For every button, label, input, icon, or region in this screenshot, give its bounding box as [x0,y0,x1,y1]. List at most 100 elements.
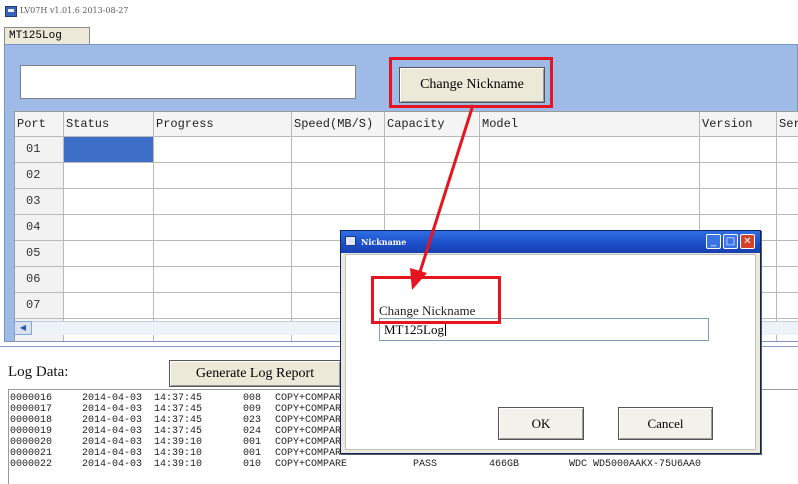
grid-cell[interactable] [64,267,154,293]
grid-cell[interactable] [64,189,154,215]
column-header-model[interactable]: Model [480,112,700,137]
log-time: 14:39:10 [154,459,203,470]
grid-cell[interactable] [64,163,154,189]
port-number[interactable]: 04 [15,215,64,241]
log-mode: COPY+COMPARE [275,404,348,415]
column-header-progress[interactable]: Progress [154,112,292,137]
grid-cell[interactable] [154,293,292,319]
log-time: 14:37:45 [154,415,203,426]
column-header-ser[interactable]: Ser [777,112,798,137]
log-date: 2014-04-03 [82,415,143,426]
log-data-label: Log Data: [8,364,69,380]
log-entry[interactable]: 0000022 2014-04-03 14:39:10 010 COPY+COMPARE… [9,459,789,470]
dialog-title-bar[interactable]: Nickname _ □ ✕ [341,231,760,253]
minimize-icon: _ [711,236,716,247]
grid-cell[interactable] [385,189,480,215]
nickname-display-field[interactable] [20,65,356,99]
grid-cell[interactable] [480,163,700,189]
column-header-status[interactable]: Status [64,112,154,137]
log-mode: COPY+COMPARE [275,426,348,437]
grid-cell[interactable] [777,241,798,267]
grid-cell[interactable] [480,137,700,163]
grid-cell[interactable] [292,163,385,189]
grid-cell[interactable] [700,163,777,189]
tab-strip: MT125Log [0,24,798,45]
dialog-title: Nickname [361,237,407,247]
change-nickname-button[interactable]: Change Nickname [399,67,545,103]
log-id: 0000021 [10,448,53,459]
text-caret [444,322,446,336]
ok-button[interactable]: OK [498,407,584,440]
log-port: 024 [243,426,262,437]
column-header-version[interactable]: Version [700,112,777,137]
log-port: 001 [243,448,262,459]
title-bar: LV07H v1.01.6 2013-08-27 [0,0,798,24]
scroll-left-button[interactable]: ◀ [14,321,32,335]
grid-cell[interactable] [154,215,292,241]
close-button[interactable]: ✕ [740,234,755,249]
cancel-button[interactable]: Cancel [618,407,713,440]
grid-cell[interactable] [777,189,798,215]
grid-cell[interactable] [154,189,292,215]
column-header-capacity[interactable]: Capacity [385,112,480,137]
log-port: 001 [243,437,262,448]
port-number[interactable]: 01 [15,137,64,163]
log-capacity: 466GB [489,459,520,470]
grid-cell[interactable] [777,215,798,241]
log-port: 010 [243,459,262,470]
log-port: 023 [243,415,262,426]
grid-cell[interactable] [154,241,292,267]
nickname-input-value: MT125Log [384,322,444,337]
grid-cell[interactable] [700,137,777,163]
application-window: LV07H v1.01.6 2013-08-27 MT125Log Change… [0,0,798,484]
log-id: 0000020 [10,437,53,448]
grid-cell[interactable] [292,189,385,215]
log-result: PASS [413,459,438,470]
log-date: 2014-04-03 [82,448,143,459]
grid-cell[interactable] [700,189,777,215]
grid-cell[interactable] [64,215,154,241]
generate-log-report-button[interactable]: Generate Log Report [169,360,341,387]
grid-cell[interactable] [777,137,798,163]
grid-cell[interactable] [154,267,292,293]
port-number[interactable]: 07 [15,293,64,319]
grid-cell[interactable] [64,241,154,267]
column-header-port[interactable]: Port [15,112,64,137]
grid-cell[interactable] [777,163,798,189]
log-time: 14:37:45 [154,404,203,415]
chevron-left-icon: ◀ [19,323,27,332]
grid-cell[interactable] [292,137,385,163]
tab-mt125log[interactable]: MT125Log [4,27,90,45]
grid-cell[interactable] [154,137,292,163]
log-date: 2014-04-03 [82,404,143,415]
column-header-speed-mb-s[interactable]: Speed(MB/S) [292,112,385,137]
grid-cell[interactable] [480,189,700,215]
grid-cell[interactable] [777,267,798,293]
log-date: 2014-04-03 [82,426,143,437]
minimize-button[interactable]: _ [706,234,721,249]
log-date: 2014-04-03 [82,393,143,404]
grid-cell[interactable] [64,293,154,319]
log-mode: COPY+COMPARE [275,393,348,404]
grid-cell[interactable] [385,163,480,189]
log-time: 14:39:10 [154,448,203,459]
log-id: 0000017 [10,404,53,415]
window-title: LV07H v1.01.6 2013-08-27 [20,6,129,15]
log-id: 0000016 [10,393,53,404]
app-icon [345,236,356,246]
highlight-nickname-field [371,276,501,324]
port-number[interactable]: 03 [15,189,64,215]
log-mode: COPY+COMPARE [275,448,348,459]
nickname-dialog: Nickname _ □ ✕ Change Nickname MT125Log … [340,230,761,454]
port-number[interactable]: 02 [15,163,64,189]
grid-cell[interactable] [154,163,292,189]
log-model: WDC WD5000AAKX-75U6AA0 [569,459,702,470]
app-icon [5,6,17,17]
port-number[interactable]: 06 [15,267,64,293]
log-time: 14:39:10 [154,437,203,448]
port-number[interactable]: 05 [15,241,64,267]
maximize-button[interactable]: □ [723,234,738,249]
grid-cell[interactable] [385,137,480,163]
grid-cell[interactable] [777,293,798,319]
grid-cell[interactable] [64,137,154,163]
